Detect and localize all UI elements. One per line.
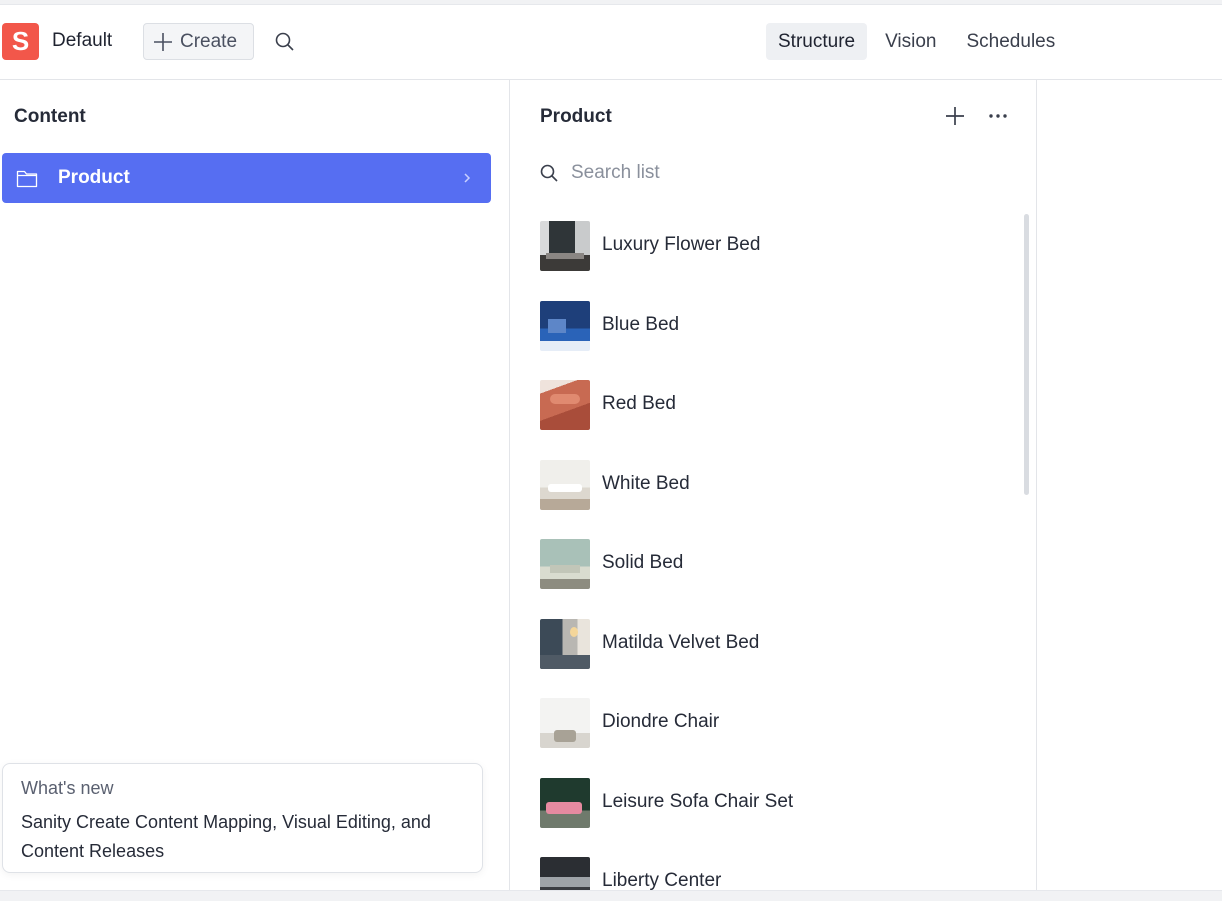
tab-vision[interactable]: Vision: [873, 23, 948, 60]
window-bottom-strip: [0, 890, 1222, 901]
whats-new-card[interactable]: What's new Sanity Create Content Mapping…: [2, 763, 483, 873]
document-thumbnail: [540, 857, 590, 890]
document-title: Liberty Center: [602, 870, 722, 890]
tab-structure[interactable]: Structure: [766, 23, 868, 60]
document-row[interactable]: Leisure Sofa Chair Set: [540, 776, 1010, 832]
document-title: Blue Bed: [602, 314, 680, 335]
document-title: Leisure Sofa Chair Set: [602, 791, 794, 812]
content-pane: Content Product What's new Sanity Create…: [0, 80, 510, 890]
document-title: White Bed: [602, 473, 690, 494]
document-thumbnail: [540, 460, 590, 510]
document-title: Solid Bed: [602, 552, 684, 573]
document-title: Luxury Flower Bed: [602, 234, 761, 255]
list-search: [533, 158, 1013, 188]
product-pane: Product Luxury Flower Bed Blue Bed Re: [511, 80, 1037, 890]
document-thumbnail: [540, 619, 590, 669]
content-pane-title: Content: [14, 106, 86, 127]
document-row[interactable]: Luxury Flower Bed: [540, 219, 1010, 275]
product-pane-title: Product: [540, 106, 612, 127]
pane-menu-button[interactable]: [986, 104, 1010, 128]
document-row[interactable]: Liberty Center: [540, 855, 1010, 890]
whats-new-kicker: What's new: [21, 778, 114, 798]
document-thumbnail: [540, 778, 590, 828]
add-document-button[interactable]: [943, 104, 967, 128]
document-row[interactable]: Solid Bed: [540, 537, 1010, 593]
document-title: Matilda Velvet Bed: [602, 632, 760, 653]
ellipsis-icon: [989, 114, 1007, 118]
search-icon: [540, 164, 558, 182]
document-row[interactable]: Diondre Chair: [540, 696, 1010, 752]
tab-schedules[interactable]: Schedules: [955, 23, 1068, 60]
document-thumbnail: [540, 301, 590, 351]
whats-new-body: Sanity Create Content Mapping, Visual Ed…: [21, 812, 431, 861]
search-list-input[interactable]: [571, 158, 991, 188]
plus-icon: [946, 107, 964, 125]
create-button[interactable]: Create: [143, 23, 254, 60]
top-navbar: S Default Create Structure Vision Schedu…: [0, 5, 1222, 80]
document-thumbnail: [540, 221, 590, 271]
search-icon: [275, 32, 294, 51]
document-row[interactable]: Blue Bed: [540, 299, 1010, 355]
document-title: Diondre Chair: [602, 711, 720, 732]
workspace-name[interactable]: Default: [52, 30, 112, 52]
document-thumbnail: [540, 380, 590, 430]
global-search-button[interactable]: [272, 29, 298, 55]
list-scrollbar[interactable]: [1024, 214, 1029, 495]
plus-icon: [154, 32, 172, 51]
content-item-product[interactable]: Product: [2, 153, 491, 203]
chevron-right-icon: [464, 173, 471, 183]
document-row[interactable]: Matilda Velvet Bed: [540, 617, 1010, 673]
content-item-label: Product: [58, 167, 130, 188]
document-thumbnail: [540, 698, 590, 748]
studio-logo[interactable]: S: [2, 23, 39, 60]
document-thumbnail: [540, 539, 590, 589]
folder-icon: [16, 170, 38, 188]
document-row[interactable]: Red Bed: [540, 378, 1010, 434]
document-row[interactable]: White Bed: [540, 458, 1010, 514]
create-button-label: Create: [180, 30, 238, 52]
tool-tabs: Structure Vision Schedules: [766, 23, 1067, 60]
empty-pane: [1038, 80, 1222, 890]
document-title: Red Bed: [602, 393, 676, 414]
